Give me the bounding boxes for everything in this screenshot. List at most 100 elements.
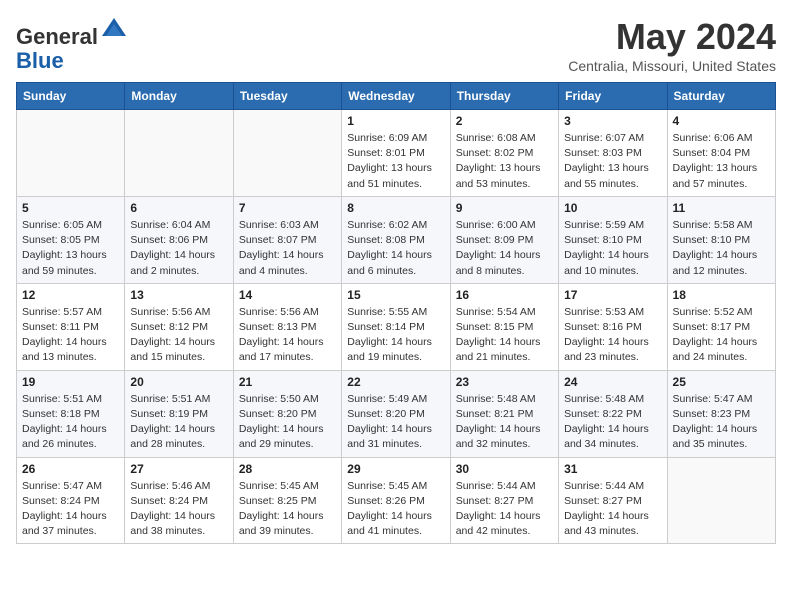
- day-cell: 5 Sunrise: 6:05 AM Sunset: 8:05 PM Daylig…: [17, 196, 125, 283]
- day-number: 20: [130, 375, 227, 389]
- day-number: 25: [673, 375, 770, 389]
- day-cell: 16 Sunrise: 5:54 AM Sunset: 8:15 PM Dayli…: [450, 283, 558, 370]
- page-header: General Blue May 2024 Centralia, Missour…: [16, 16, 776, 74]
- day-cell: 28 Sunrise: 5:45 AM Sunset: 8:25 PM Dayli…: [233, 457, 341, 544]
- day-number: 30: [456, 462, 553, 476]
- day-number: 17: [564, 288, 661, 302]
- day-number: 27: [130, 462, 227, 476]
- day-number: 23: [456, 375, 553, 389]
- day-info: Sunrise: 5:47 AM Sunset: 8:24 PM Dayligh…: [22, 479, 119, 540]
- day-cell: 31 Sunrise: 5:44 AM Sunset: 8:27 PM Dayli…: [559, 457, 667, 544]
- day-cell: 21 Sunrise: 5:50 AM Sunset: 8:20 PM Dayli…: [233, 370, 341, 457]
- day-number: 5: [22, 201, 119, 215]
- day-header-wednesday: Wednesday: [342, 83, 450, 110]
- day-info: Sunrise: 5:46 AM Sunset: 8:24 PM Dayligh…: [130, 479, 227, 540]
- week-row-1: 1Sunrise: 6:09 AM Sunset: 8:01 PM Daylig…: [17, 110, 776, 197]
- day-info: Sunrise: 6:04 AM Sunset: 8:06 PM Dayligh…: [130, 218, 227, 279]
- day-number: 7: [239, 201, 336, 215]
- day-info: Sunrise: 6:03 AM Sunset: 8:07 PM Dayligh…: [239, 218, 336, 279]
- day-info: Sunrise: 5:53 AM Sunset: 8:16 PM Dayligh…: [564, 305, 661, 366]
- location-text: Centralia, Missouri, United States: [568, 58, 776, 74]
- day-number: 2: [456, 114, 553, 128]
- day-header-friday: Friday: [559, 83, 667, 110]
- day-number: 31: [564, 462, 661, 476]
- day-number: 14: [239, 288, 336, 302]
- day-info: Sunrise: 5:45 AM Sunset: 8:26 PM Dayligh…: [347, 479, 444, 540]
- day-cell: [125, 110, 233, 197]
- day-info: Sunrise: 5:56 AM Sunset: 8:13 PM Dayligh…: [239, 305, 336, 366]
- week-row-5: 26Sunrise: 5:47 AM Sunset: 8:24 PM Dayli…: [17, 457, 776, 544]
- day-cell: [667, 457, 775, 544]
- day-number: 16: [456, 288, 553, 302]
- day-cell: 26Sunrise: 5:47 AM Sunset: 8:24 PM Dayli…: [17, 457, 125, 544]
- day-number: 6: [130, 201, 227, 215]
- day-cell: 7 Sunrise: 6:03 AM Sunset: 8:07 PM Daylig…: [233, 196, 341, 283]
- day-info: Sunrise: 6:02 AM Sunset: 8:08 PM Dayligh…: [347, 218, 444, 279]
- day-info: Sunrise: 5:50 AM Sunset: 8:20 PM Dayligh…: [239, 392, 336, 453]
- day-info: Sunrise: 6:00 AM Sunset: 8:09 PM Dayligh…: [456, 218, 553, 279]
- day-cell: 20 Sunrise: 5:51 AM Sunset: 8:19 PM Dayli…: [125, 370, 233, 457]
- day-cell: 10 Sunrise: 5:59 AM Sunset: 8:10 PM Dayli…: [559, 196, 667, 283]
- day-info: Sunrise: 6:09 AM Sunset: 8:01 PM Dayligh…: [347, 131, 444, 192]
- day-cell: 14 Sunrise: 5:56 AM Sunset: 8:13 PM Dayli…: [233, 283, 341, 370]
- day-cell: 23 Sunrise: 5:48 AM Sunset: 8:21 PM Dayli…: [450, 370, 558, 457]
- day-header-monday: Monday: [125, 83, 233, 110]
- day-info: Sunrise: 5:44 AM Sunset: 8:27 PM Dayligh…: [456, 479, 553, 540]
- day-info: Sunrise: 5:58 AM Sunset: 8:10 PM Dayligh…: [673, 218, 770, 279]
- day-number: 21: [239, 375, 336, 389]
- day-header-thursday: Thursday: [450, 83, 558, 110]
- day-info: Sunrise: 5:51 AM Sunset: 8:18 PM Dayligh…: [22, 392, 119, 453]
- day-number: 11: [673, 201, 770, 215]
- day-cell: 17 Sunrise: 5:53 AM Sunset: 8:16 PM Dayli…: [559, 283, 667, 370]
- month-year-title: May 2024: [568, 16, 776, 58]
- day-info: Sunrise: 5:51 AM Sunset: 8:19 PM Dayligh…: [130, 392, 227, 453]
- day-cell: 18 Sunrise: 5:52 AM Sunset: 8:17 PM Dayli…: [667, 283, 775, 370]
- day-number: 28: [239, 462, 336, 476]
- day-number: 15: [347, 288, 444, 302]
- day-cell: 3Sunrise: 6:07 AM Sunset: 8:03 PM Daylig…: [559, 110, 667, 197]
- header-row: SundayMondayTuesdayWednesdayThursdayFrid…: [17, 83, 776, 110]
- day-info: Sunrise: 5:56 AM Sunset: 8:12 PM Dayligh…: [130, 305, 227, 366]
- day-cell: 4Sunrise: 6:06 AM Sunset: 8:04 PM Daylig…: [667, 110, 775, 197]
- day-info: Sunrise: 5:44 AM Sunset: 8:27 PM Dayligh…: [564, 479, 661, 540]
- week-row-4: 19 Sunrise: 5:51 AM Sunset: 8:18 PM Dayli…: [17, 370, 776, 457]
- logo-general: General: [16, 24, 98, 49]
- calendar-header: SundayMondayTuesdayWednesdayThursdayFrid…: [17, 83, 776, 110]
- day-cell: 15Sunrise: 5:55 AM Sunset: 8:14 PM Dayli…: [342, 283, 450, 370]
- day-number: 12: [22, 288, 119, 302]
- week-row-2: 5 Sunrise: 6:05 AM Sunset: 8:05 PM Daylig…: [17, 196, 776, 283]
- day-cell: 24Sunrise: 5:48 AM Sunset: 8:22 PM Dayli…: [559, 370, 667, 457]
- day-cell: [17, 110, 125, 197]
- calendar-body: 1Sunrise: 6:09 AM Sunset: 8:01 PM Daylig…: [17, 110, 776, 544]
- day-cell: 2 Sunrise: 6:08 AM Sunset: 8:02 PM Daylig…: [450, 110, 558, 197]
- day-info: Sunrise: 5:52 AM Sunset: 8:17 PM Dayligh…: [673, 305, 770, 366]
- day-number: 8: [347, 201, 444, 215]
- logo: General Blue: [16, 16, 128, 73]
- day-info: Sunrise: 5:45 AM Sunset: 8:25 PM Dayligh…: [239, 479, 336, 540]
- day-info: Sunrise: 5:48 AM Sunset: 8:21 PM Dayligh…: [456, 392, 553, 453]
- day-number: 4: [673, 114, 770, 128]
- day-info: Sunrise: 5:59 AM Sunset: 8:10 PM Dayligh…: [564, 218, 661, 279]
- day-cell: 19 Sunrise: 5:51 AM Sunset: 8:18 PM Dayli…: [17, 370, 125, 457]
- day-info: Sunrise: 5:54 AM Sunset: 8:15 PM Dayligh…: [456, 305, 553, 366]
- day-cell: [233, 110, 341, 197]
- logo-icon: [100, 16, 128, 44]
- day-info: Sunrise: 6:05 AM Sunset: 8:05 PM Dayligh…: [22, 218, 119, 279]
- day-number: 22: [347, 375, 444, 389]
- week-row-3: 12Sunrise: 5:57 AM Sunset: 8:11 PM Dayli…: [17, 283, 776, 370]
- day-number: 24: [564, 375, 661, 389]
- day-header-tuesday: Tuesday: [233, 83, 341, 110]
- day-number: 10: [564, 201, 661, 215]
- day-cell: 13 Sunrise: 5:56 AM Sunset: 8:12 PM Dayli…: [125, 283, 233, 370]
- day-cell: 22Sunrise: 5:49 AM Sunset: 8:20 PM Dayli…: [342, 370, 450, 457]
- day-cell: 29Sunrise: 5:45 AM Sunset: 8:26 PM Dayli…: [342, 457, 450, 544]
- day-header-sunday: Sunday: [17, 83, 125, 110]
- logo-text: General Blue: [16, 16, 128, 73]
- day-number: 13: [130, 288, 227, 302]
- day-number: 18: [673, 288, 770, 302]
- day-number: 19: [22, 375, 119, 389]
- day-cell: 1Sunrise: 6:09 AM Sunset: 8:01 PM Daylig…: [342, 110, 450, 197]
- day-info: Sunrise: 6:08 AM Sunset: 8:02 PM Dayligh…: [456, 131, 553, 192]
- day-header-saturday: Saturday: [667, 83, 775, 110]
- day-cell: 9Sunrise: 6:00 AM Sunset: 8:09 PM Daylig…: [450, 196, 558, 283]
